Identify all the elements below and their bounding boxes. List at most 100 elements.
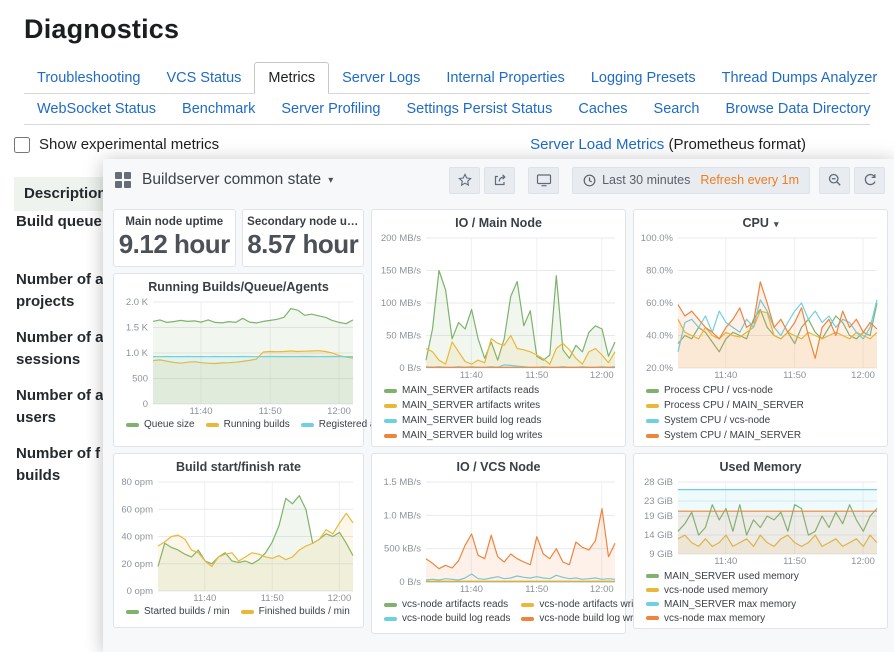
svg-text:40 opm: 40 opm xyxy=(121,532,153,543)
refresh-interval-label[interactable]: Refresh every 1m xyxy=(700,173,799,187)
tabs-secondary: WebSocket Status Benchmark Server Profil… xyxy=(24,94,870,125)
legend-swatch xyxy=(384,434,397,438)
share-button[interactable] xyxy=(484,167,515,194)
dashboard-grid: Main node uptime 9.12 hour Secondary nod… xyxy=(103,201,894,634)
svg-text:11:50: 11:50 xyxy=(783,370,806,381)
svg-text:150 MB/s: 150 MB/s xyxy=(381,266,421,277)
svg-text:11:40: 11:40 xyxy=(460,584,483,595)
legend-item[interactable]: vcs-node build log writes xyxy=(521,613,649,624)
legend-item[interactable]: MAIN_SERVER build log writes xyxy=(384,428,542,443)
panel-title[interactable]: Build start/finish rate xyxy=(118,459,359,477)
svg-text:12:00: 12:00 xyxy=(590,584,614,595)
used-memory-chart[interactable]: 11:4011:5012:009 GiB14 GiB19 GiB23 GiB28… xyxy=(638,477,883,567)
running-builds-chart[interactable]: 11:4011:5012:0005001.0 K1.5 K2.0 K xyxy=(118,297,359,417)
svg-text:0 B/s: 0 B/s xyxy=(399,577,421,588)
legend-item[interactable]: MAIN_SERVER max memory xyxy=(646,597,796,611)
tabs-primary: Troubleshooting VCS Status Metrics Serve… xyxy=(24,62,870,94)
zoom-out-icon xyxy=(828,173,842,187)
legend-item[interactable]: System CPU / vcs-node xyxy=(646,413,770,428)
cpu-chart[interactable]: 11:4011:5012:0020.0%40.0%60.0%80.0%100.0… xyxy=(638,233,883,381)
tab-vcs-status[interactable]: VCS Status xyxy=(153,63,254,93)
tab-settings-persist-status[interactable]: Settings Persist Status xyxy=(394,94,566,124)
io-vcs-node-chart[interactable]: 11:4011:5012:000 B/s500 kB/s1.0 MB/s1.5 … xyxy=(376,477,621,595)
panel-cpu: CPU▾ 11:4011:5012:0020.0%40.0%60.0%80.0%… xyxy=(633,209,888,447)
tab-logging-presets[interactable]: Logging Presets xyxy=(578,63,709,93)
legend-swatch xyxy=(126,423,139,427)
dashboard-grid-icon[interactable] xyxy=(115,172,131,188)
svg-text:11:40: 11:40 xyxy=(189,406,212,417)
tab-websocket-status[interactable]: WebSocket Status xyxy=(24,94,169,124)
svg-text:1.0 K: 1.0 K xyxy=(126,348,149,359)
legend-swatch xyxy=(126,610,139,614)
legend-swatch xyxy=(206,423,219,427)
svg-text:12:00: 12:00 xyxy=(327,593,351,604)
svg-text:9 GiB: 9 GiB xyxy=(649,549,673,560)
chart-legend: Queue sizeRunning buildsRegistered agent… xyxy=(118,419,359,430)
tab-server-profiling[interactable]: Server Profiling xyxy=(268,94,393,124)
legend-item[interactable]: Queue size xyxy=(126,419,195,430)
legend-item[interactable]: vcs-node max memory xyxy=(646,611,765,625)
svg-text:11:50: 11:50 xyxy=(259,406,282,417)
chevron-down-icon[interactable]: ▾ xyxy=(328,175,333,186)
build-rate-chart[interactable]: 11:4011:5012:000 opm20 opm40 opm60 opm80… xyxy=(118,477,359,604)
tab-troubleshooting[interactable]: Troubleshooting xyxy=(24,63,153,93)
refresh-button[interactable] xyxy=(854,167,885,194)
legend-item[interactable]: vcs-node artifacts reads xyxy=(384,599,510,610)
stat-value: 9.12 hour xyxy=(119,229,230,260)
tab-internal-properties[interactable]: Internal Properties xyxy=(433,63,577,93)
svg-text:14 GiB: 14 GiB xyxy=(644,530,673,541)
legend-item[interactable]: MAIN_SERVER artifacts reads xyxy=(384,383,539,398)
legend-item[interactable]: Process CPU / vcs-node xyxy=(646,383,773,398)
panel-main-node-uptime[interactable]: Main node uptime 9.12 hour xyxy=(113,209,236,267)
legend-item[interactable]: Running builds xyxy=(206,419,290,430)
io-main-node-chart[interactable]: 11:4011:5012:000 B/s50 MB/s100 MB/s150 M… xyxy=(376,233,621,381)
time-range-picker[interactable]: Last 30 minutes Refresh every 1m xyxy=(572,167,810,194)
svg-text:19 GiB: 19 GiB xyxy=(644,511,673,522)
panel-title[interactable]: Used Memory xyxy=(638,459,883,477)
diagnostics-page: { "page": { "title": "Diagnostics" }, "t… xyxy=(0,14,894,652)
refresh-icon xyxy=(863,173,877,187)
server-load-metrics-link[interactable]: Server Load Metrics xyxy=(530,136,664,153)
panel-title[interactable]: Running Builds/Queue/Agents xyxy=(118,279,359,297)
tab-metrics[interactable]: Metrics xyxy=(254,62,329,94)
svg-text:200 MB/s: 200 MB/s xyxy=(381,233,421,244)
svg-text:80 opm: 80 opm xyxy=(121,477,153,488)
zoom-out-button[interactable] xyxy=(819,167,850,194)
panel-secondary-node-uptime[interactable]: Secondary node u… 8.57 hour xyxy=(242,209,365,267)
panel-title[interactable]: IO / VCS Node xyxy=(376,459,621,477)
grafana-dashboard-overlay: Buildserver common state ▾ xyxy=(103,159,894,652)
show-experimental-metrics-checkbox[interactable] xyxy=(14,137,30,153)
legend-item[interactable]: MAIN_SERVER build log reads xyxy=(384,413,541,428)
svg-text:20.0%: 20.0% xyxy=(646,363,673,374)
legend-item[interactable]: Started builds / min xyxy=(126,606,230,617)
panel-title[interactable]: CPU▾ xyxy=(638,215,883,233)
tab-browse-data-directory[interactable]: Browse Data Directory xyxy=(713,94,884,124)
legend-item[interactable]: System CPU / MAIN_SERVER xyxy=(646,428,801,443)
tv-mode-button[interactable] xyxy=(528,167,559,194)
chart-legend: MAIN_SERVER used memoryvcs-node used mem… xyxy=(638,569,883,625)
star-button[interactable] xyxy=(449,167,480,194)
legend-item[interactable]: Process CPU / MAIN_SERVER xyxy=(646,398,804,413)
tab-thread-dumps-analyzer[interactable]: Thread Dumps Analyzer xyxy=(709,63,891,93)
legend-item[interactable]: vcs-node used memory xyxy=(646,583,768,597)
dashboard-title[interactable]: Buildserver common state xyxy=(142,171,321,189)
legend-swatch xyxy=(521,617,534,621)
legend-item[interactable]: Finished builds / min xyxy=(241,606,350,617)
legend-item[interactable]: MAIN_SERVER used memory xyxy=(646,569,799,583)
legend-item[interactable]: MAIN_SERVER artifacts writes xyxy=(384,398,540,413)
tab-caches[interactable]: Caches xyxy=(565,94,640,124)
tab-benchmark[interactable]: Benchmark xyxy=(169,94,268,124)
star-icon xyxy=(458,173,472,187)
svg-text:11:40: 11:40 xyxy=(460,370,483,381)
legend-item[interactable]: vcs-node build log reads xyxy=(384,613,510,624)
legend-item[interactable]: vcs-node artifacts writes xyxy=(521,599,649,610)
panel-title[interactable]: IO / Main Node xyxy=(376,215,621,233)
svg-text:12:00: 12:00 xyxy=(590,370,614,381)
tab-search[interactable]: Search xyxy=(641,94,713,124)
panel-running-builds-queue-agents: Running Builds/Queue/Agents 11:4011:5012… xyxy=(113,273,364,447)
svg-text:500: 500 xyxy=(132,374,148,385)
tab-server-logs[interactable]: Server Logs xyxy=(329,63,433,93)
checkbox-label[interactable]: Show experimental metrics xyxy=(39,136,219,153)
panel-io-main-node: IO / Main Node 11:4011:5012:000 B/s50 MB… xyxy=(371,209,626,447)
monitor-icon xyxy=(536,173,552,187)
